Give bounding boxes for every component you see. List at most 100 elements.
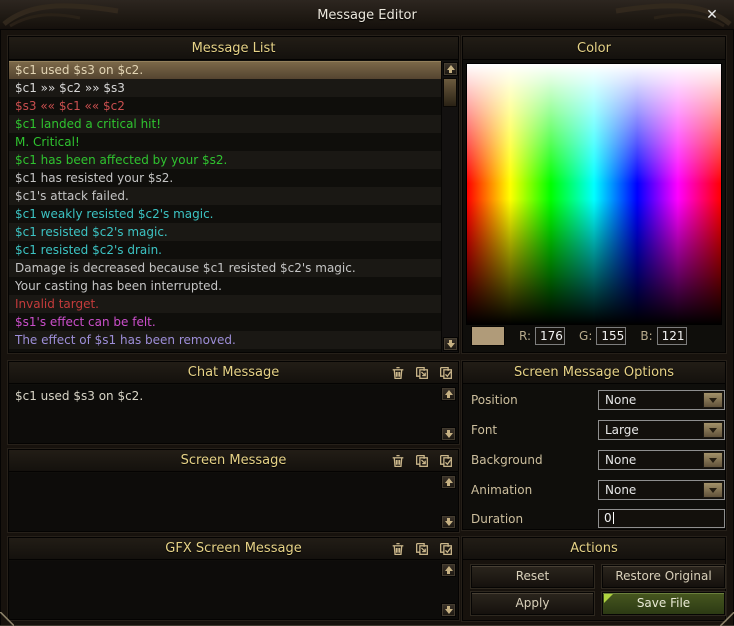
paste-icon[interactable]	[414, 453, 430, 469]
list-item[interactable]: $c1 has resisted your $s2.	[9, 169, 443, 187]
b-field[interactable]	[656, 327, 687, 345]
list-item[interactable]: M. Critical!	[9, 133, 443, 151]
paste-icon[interactable]	[414, 541, 430, 557]
r-field[interactable]	[535, 327, 566, 345]
resize-grip[interactable]	[720, 612, 734, 626]
panel-title: Actions	[570, 541, 618, 556]
scroll-down-icon[interactable]	[441, 427, 456, 441]
panel-title: Message List	[191, 41, 276, 56]
modified-corner-marker	[604, 594, 613, 603]
chat-message-text: $c1 used $s3 on $c2.	[15, 389, 144, 403]
option-row-animation: Animation None	[463, 480, 725, 500]
dropdown-value: None	[605, 453, 637, 467]
dropdown-value: None	[605, 483, 637, 497]
panel-title: Color	[577, 41, 611, 56]
color-panel: Color R: G: B:	[462, 36, 726, 353]
scroll-down-icon[interactable]	[443, 337, 458, 351]
message-list-header: Message List	[9, 37, 458, 60]
animation-dropdown[interactable]: None	[598, 480, 725, 500]
panel-title: Screen Message Options	[513, 365, 675, 380]
option-row-duration: Duration 0	[463, 509, 725, 529]
option-row-position: Position None	[463, 390, 725, 410]
restore-original-button[interactable]: Restore Original	[602, 565, 725, 588]
actions-header: Actions	[463, 538, 725, 560]
animation-label: Animation	[471, 483, 533, 497]
paste-icon[interactable]	[414, 365, 430, 381]
text-caret	[612, 512, 614, 524]
message-editor-window: Message Editor ✕ Message List $c1 used $…	[0, 0, 734, 626]
reset-button[interactable]: Reset	[471, 565, 594, 588]
chevron-down-icon[interactable]	[703, 482, 723, 498]
close-icon[interactable]: ✕	[702, 5, 722, 25]
background-dropdown[interactable]: None	[598, 450, 725, 470]
trash-icon[interactable]	[390, 453, 406, 469]
position-label: Position	[471, 393, 518, 407]
resize-grip[interactable]	[0, 612, 14, 626]
g-field[interactable]	[596, 327, 627, 345]
option-row-background: Background None	[463, 450, 725, 470]
trash-icon[interactable]	[390, 541, 406, 557]
list-item[interactable]: Invalid target.	[9, 295, 443, 313]
screen-message-panel: Screen Message	[8, 449, 459, 532]
screen-message-body[interactable]	[9, 473, 458, 531]
apply-button[interactable]: Apply	[471, 592, 594, 615]
scroll-down-icon[interactable]	[441, 603, 456, 617]
option-row-font: Font Large	[463, 420, 725, 440]
scrollbar[interactable]	[441, 61, 458, 352]
list-item[interactable]: $c1 used $s3 on $c2.	[9, 61, 443, 79]
list-item[interactable]: $c1 weakly resisted $c2's magic.	[9, 205, 443, 223]
scroll-up-icon[interactable]	[441, 475, 456, 489]
scroll-up-icon[interactable]	[441, 387, 456, 401]
chevron-down-icon[interactable]	[703, 392, 723, 408]
rgb-row: R: G: B:	[463, 324, 725, 348]
list-item[interactable]: $s1's effect can be felt.	[9, 313, 443, 331]
list-item[interactable]: $c1 has been affected by your $s2.	[9, 151, 443, 169]
font-label: Font	[471, 423, 498, 437]
chat-message-body[interactable]: $c1 used $s3 on $c2.	[9, 385, 458, 443]
list-item[interactable]: $c1 resisted $c2's magic.	[9, 223, 443, 241]
check-icon[interactable]	[438, 365, 454, 381]
scrollbar-thumb[interactable]	[443, 78, 457, 107]
list-item[interactable]: $c1 »» $c2 »» $s3	[9, 79, 443, 97]
background-label: Background	[471, 453, 543, 467]
scroll-up-icon[interactable]	[441, 563, 456, 577]
scroll-up-icon[interactable]	[443, 62, 458, 76]
b-label: B:	[640, 329, 653, 343]
list-item[interactable]: Damage is decreased because $c1 resisted…	[9, 259, 443, 277]
font-dropdown[interactable]: Large	[598, 420, 725, 440]
duration-value: 0	[604, 511, 612, 525]
color-picker-gradient[interactable]	[466, 63, 722, 325]
screen-message-options-panel: Screen Message Options Position None Fon…	[462, 361, 726, 530]
titlebar[interactable]: Message Editor ✕	[0, 0, 734, 30]
position-dropdown[interactable]: None	[598, 390, 725, 410]
chevron-down-icon[interactable]	[703, 422, 723, 438]
scroll-down-icon[interactable]	[441, 515, 456, 529]
r-label: R:	[519, 329, 532, 343]
chat-message-header: Chat Message	[9, 362, 458, 384]
window-title: Message Editor	[317, 8, 417, 23]
dropdown-value: Large	[605, 423, 639, 437]
list-item[interactable]: $s3 «« $c1 «« $c2	[9, 97, 443, 115]
list-item[interactable]: Your casting has been interrupted.	[9, 277, 443, 295]
screen-message-header: Screen Message	[9, 450, 458, 472]
list-item[interactable]: The effect of $s1 has been removed.	[9, 331, 443, 349]
list-item[interactable]: $c1 landed a critical hit!	[9, 115, 443, 133]
list-item[interactable]: $c1 resisted $c2's drain.	[9, 241, 443, 259]
check-icon[interactable]	[438, 453, 454, 469]
duration-field[interactable]: 0	[598, 509, 725, 528]
trash-icon[interactable]	[390, 365, 406, 381]
color-swatch	[471, 326, 505, 346]
save-file-button[interactable]: Save File	[602, 592, 725, 615]
options-header: Screen Message Options	[463, 362, 725, 384]
gfx-screen-message-body[interactable]	[9, 561, 458, 619]
g-label: G:	[579, 329, 593, 343]
list-item[interactable]: $c1's attack failed.	[9, 187, 443, 205]
color-header: Color	[463, 37, 725, 60]
chevron-down-icon[interactable]	[703, 452, 723, 468]
gfx-screen-message-panel: GFX Screen Message	[8, 537, 459, 620]
chat-message-panel: Chat Message $c1 used $s3 on $c2.	[8, 361, 459, 444]
check-icon[interactable]	[438, 541, 454, 557]
save-file-label: Save File	[636, 596, 691, 610]
duration-label: Duration	[471, 512, 524, 526]
message-list: $c1 used $s3 on $c2. $c1 »» $c2 »» $s3 $…	[9, 61, 458, 352]
